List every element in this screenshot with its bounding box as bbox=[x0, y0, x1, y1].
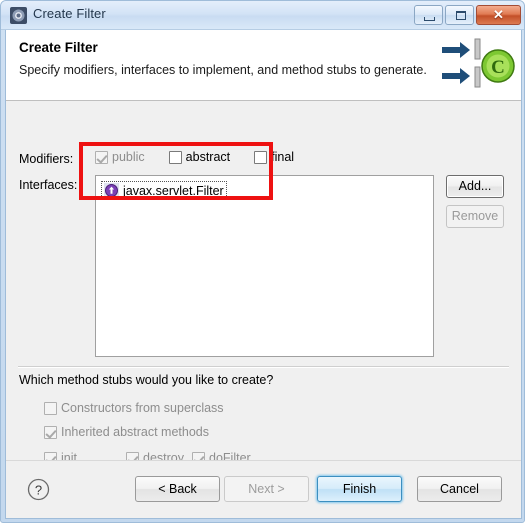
checkbox-final[interactable]: final bbox=[254, 150, 294, 164]
checkbox-public-label: public bbox=[112, 150, 145, 164]
wizard-header: Create Filter Specify modifiers, interfa… bbox=[6, 30, 521, 101]
title-bar[interactable]: Create Filter ✕ bbox=[1, 1, 524, 30]
checkbox-constructors-box bbox=[44, 401, 57, 415]
page-description: Specify modifiers, interfaces to impleme… bbox=[19, 63, 427, 77]
help-icon[interactable]: ? bbox=[26, 477, 51, 502]
wizard-content: Modifiers: public abstract final Interfa… bbox=[6, 101, 521, 518]
svg-text:?: ? bbox=[35, 483, 42, 498]
create-filter-dialog-window: Create Filter ✕ Create Filter Specify mo… bbox=[0, 0, 525, 523]
checkbox-inherited-label: Inherited abstract methods bbox=[61, 425, 209, 439]
checkbox-abstract[interactable]: abstract bbox=[168, 150, 231, 164]
next-button: Next > bbox=[224, 476, 309, 502]
dialog-client-area: Create Filter Specify modifiers, interfa… bbox=[5, 30, 522, 519]
minimize-icon bbox=[424, 17, 435, 21]
list-item[interactable]: javax.servlet.Filter bbox=[101, 181, 227, 200]
checkbox-abstract-box bbox=[168, 150, 182, 164]
interface-name: javax.servlet.Filter bbox=[123, 183, 224, 198]
method-stubs-question: Which method stubs would you like to cre… bbox=[19, 373, 274, 387]
maximize-button[interactable] bbox=[445, 5, 474, 25]
cancel-button[interactable]: Cancel bbox=[417, 476, 502, 502]
add-interface-button[interactable]: Add... bbox=[446, 175, 504, 198]
eclipse-wizard-icon bbox=[10, 7, 27, 24]
window-controls: ✕ bbox=[414, 5, 521, 25]
checkbox-constructors-label: Constructors from superclass bbox=[61, 401, 224, 415]
checkbox-public-box bbox=[95, 150, 108, 164]
window-title: Create Filter bbox=[33, 6, 106, 21]
remove-interface-button: Remove bbox=[446, 205, 504, 228]
svg-text:C: C bbox=[491, 57, 505, 78]
checkbox-abstract-label: abstract bbox=[185, 150, 231, 164]
java-interface-icon bbox=[104, 183, 119, 198]
close-icon: ✕ bbox=[493, 7, 504, 22]
page-title: Create Filter bbox=[19, 40, 98, 55]
interfaces-list[interactable]: javax.servlet.Filter bbox=[95, 175, 434, 357]
back-button[interactable]: < Back bbox=[135, 476, 220, 502]
checkbox-final-label: final bbox=[271, 150, 295, 164]
close-button[interactable]: ✕ bbox=[476, 5, 521, 25]
filter-wizard-banner-icon: C bbox=[442, 38, 515, 88]
checkbox-public[interactable]: public bbox=[95, 150, 145, 164]
maximize-icon bbox=[456, 11, 466, 20]
checkbox-inherited-box bbox=[44, 425, 57, 439]
checkbox-inherited-abstract-methods: Inherited abstract methods bbox=[44, 425, 209, 439]
checkbox-constructors-from-superclass: Constructors from superclass bbox=[44, 401, 224, 415]
section-divider bbox=[18, 366, 509, 368]
checkbox-final-box bbox=[254, 150, 268, 164]
modifiers-label: Modifiers: bbox=[19, 152, 74, 166]
finish-button[interactable]: Finish bbox=[317, 476, 402, 502]
dialog-footer: ? < Back Next > Finish Cancel bbox=[6, 460, 521, 518]
minimize-button[interactable] bbox=[414, 5, 443, 25]
modifiers-group: public abstract final bbox=[95, 150, 294, 164]
interfaces-label: Interfaces: bbox=[19, 178, 78, 192]
